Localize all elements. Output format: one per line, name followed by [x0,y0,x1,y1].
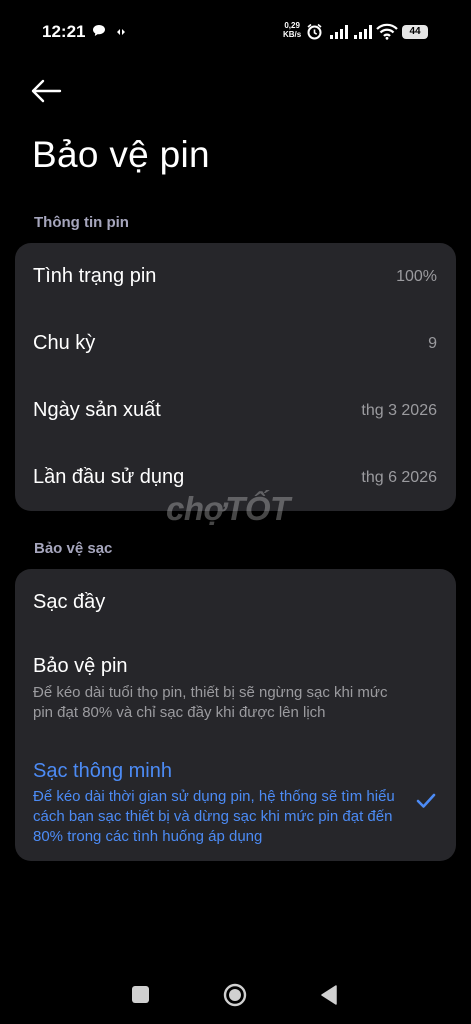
watermark: chợTỐT [166,490,290,527]
charge-protection-card: Sạc đầy Bảo vệ pin Để kéo dài tuổi thọ p… [15,569,456,861]
manufacture-date-label: Ngày sản xuất [33,399,161,421]
manufacture-date-value: thg 3 2026 [361,402,437,419]
option-smart-charging[interactable]: Sạc thông minh Để kéo dài thời gian sử d… [15,745,456,861]
section-label-charge-protection: Bảo vệ sạc [34,540,113,557]
signal-strength-icon [330,25,348,44]
back-button[interactable] [30,78,66,106]
cycle-count-value: 9 [428,335,437,352]
sync-icon [116,27,126,40]
back-arrow-icon [31,79,62,103]
first-use-label: Lần đầu sử dụng [33,466,185,488]
nav-back-button[interactable] [320,985,338,1010]
network-speed-unit: KB/s [283,30,302,39]
first-use-value: thg 6 2026 [361,469,437,486]
network-speed: 0,29 KB/s [283,21,301,39]
status-bar: 12:21 0,29 KB/s 44 [0,0,471,60]
page-title: Bảo vệ pin [32,134,210,175]
battery-health-label: Tình trạng pin [33,265,157,287]
battery-info-card: Tình trạng pin 100% Chu kỳ 9 Ngày sản xu… [15,243,456,511]
option-battery-protection-title: Bảo vệ pin [33,655,128,677]
signal-strength-icon-2 [354,25,372,44]
option-smart-charging-title: Sạc thông minh [33,760,172,782]
manufacture-date-row: Ngày sản xuất thg 3 2026 [15,377,456,443]
checkmark-icon [416,793,436,814]
back-triangle-icon [321,985,337,1005]
screen: 12:21 0,29 KB/s 44 Bảo vệ pin Thông tin … [0,0,471,1024]
option-battery-protection[interactable]: Bảo vệ pin Để kéo dài tuổi thọ pin, thiế… [15,637,456,737]
section-label-battery-info: Thông tin pin [34,214,129,231]
option-full-charge[interactable]: Sạc đầy [15,569,456,635]
battery-health-value: 100% [396,268,437,285]
status-time: 12:21 [42,22,86,41]
home-button[interactable] [223,983,247,1012]
chat-bubble-icon [92,24,106,42]
alarm-icon [306,23,323,45]
option-smart-charging-desc: Để kéo dài thời gian sử dụng pin, hệ thố… [33,788,395,845]
cycle-count-label: Chu kỳ [33,332,96,354]
home-circle-icon [223,983,247,1007]
option-full-charge-title: Sạc đầy [33,591,106,613]
recent-apps-button[interactable] [132,986,149,1003]
wifi-icon [376,23,398,45]
battery-indicator: 44 [402,25,428,39]
cycle-count-row: Chu kỳ 9 [15,310,456,376]
network-speed-value: 0,29 [284,21,300,30]
battery-health-row: Tình trạng pin 100% [15,243,456,309]
option-battery-protection-desc: Để kéo dài tuổi thọ pin, thiết bị sẽ ngừ… [33,684,388,721]
